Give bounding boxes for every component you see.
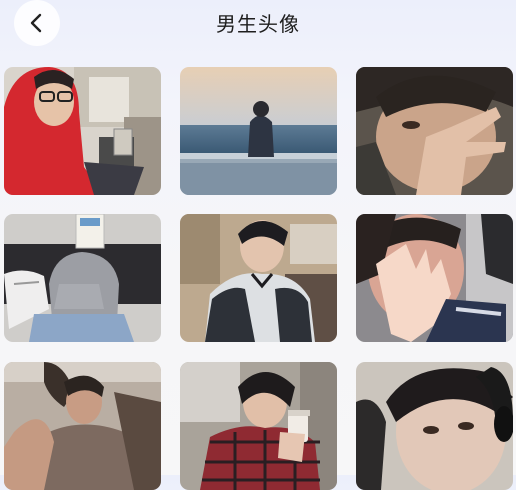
avatar-grey-hoodie-image <box>4 214 161 342</box>
page-title: 男生头像 <box>216 12 300 36</box>
avatar-tile-4[interactable] <box>4 214 161 342</box>
avatar-tile-8[interactable] <box>180 362 337 490</box>
avatar-plaid-coffee-image <box>180 362 337 490</box>
top-bar: 男生头像 <box>0 0 516 50</box>
avatar-hand-light-image <box>356 214 513 342</box>
avatar-black-white-jacket-image <box>180 214 337 342</box>
avatar-lying-grey-shirt-image <box>4 362 161 490</box>
avatar-tile-7[interactable] <box>4 362 161 490</box>
avatar-tile-2[interactable] <box>180 67 337 195</box>
avatar-headphones-image <box>356 362 513 490</box>
avatar-tile-5[interactable] <box>180 214 337 342</box>
avatar-seaside-image <box>180 67 337 195</box>
avatar-tile-6[interactable] <box>356 214 513 342</box>
avatar-tile-9[interactable] <box>356 362 513 490</box>
avatar-tile-3[interactable] <box>356 67 513 195</box>
avatar-red-hoodie-image <box>4 67 161 195</box>
avatar-tile-1[interactable] <box>4 67 161 195</box>
avatar-peace-sign-image <box>356 67 513 195</box>
